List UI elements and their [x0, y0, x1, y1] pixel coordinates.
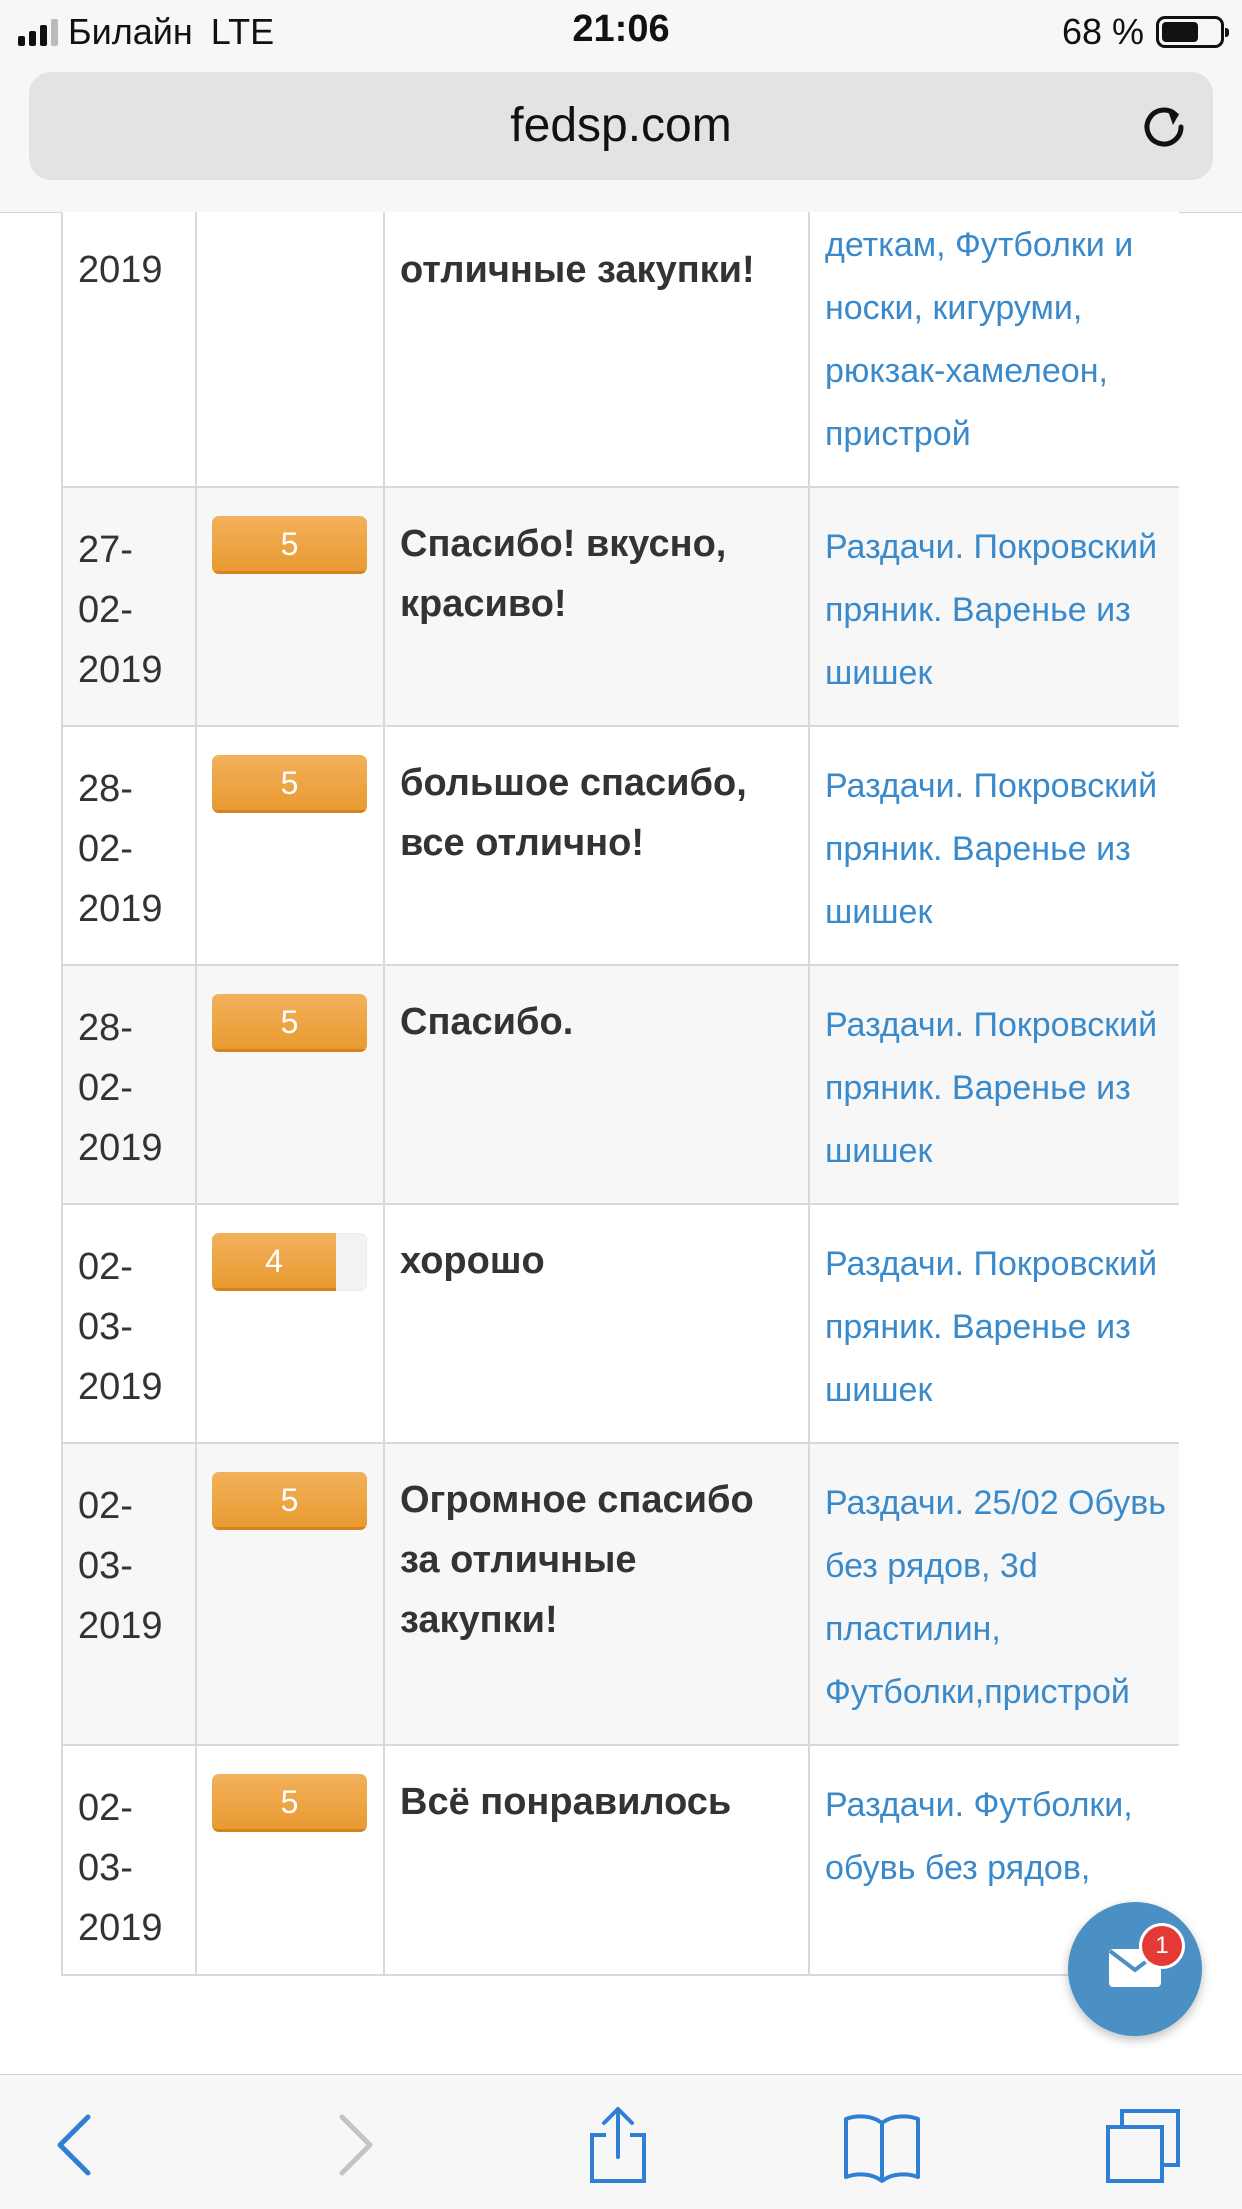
date-cell: 02-03-2019	[61, 1203, 197, 1444]
comment-cell: Спасибо.	[383, 964, 810, 1205]
purchase-link[interactable]: деткам, Футболки и носки, кигуруми, рюкз…	[810, 212, 1179, 486]
rating-cell: 5	[195, 964, 385, 1205]
date-cell: 28-02-2019	[61, 964, 197, 1205]
review-comment: Спасибо! вкусно, красиво!	[400, 523, 727, 625]
review-date: 28-02-2019	[78, 768, 163, 930]
tabs-icon[interactable]	[1104, 2105, 1184, 2185]
purchase-links-cell: Раздачи. Покровский пряник. Варенье из ш…	[808, 725, 1179, 966]
date-cell: 2019	[61, 212, 197, 488]
reviews-table-viewport[interactable]: 2019 отличные закупки! деткам, Футболки и …	[61, 212, 1179, 2074]
rating-wrapper: 5	[197, 488, 383, 574]
rating-wrapper: 5	[197, 1444, 383, 1530]
purchase-link[interactable]: Раздачи. Покровский пряник. Варенье из ш…	[810, 966, 1179, 1203]
rating-wrapper: 5	[197, 727, 383, 813]
purchase-links-cell: Раздачи. 25/02 Обувь без рядов, 3d пласт…	[808, 1442, 1179, 1746]
table-row: 2019 отличные закупки! деткам, Футболки и …	[61, 212, 1179, 488]
rating-cell: 4	[195, 1203, 385, 1444]
browser-toolbar	[0, 2074, 1242, 2209]
battery-percent: 68 %	[1061, 11, 1144, 52]
unread-badge: 1	[1142, 1926, 1182, 1966]
review-date: 2019	[78, 249, 163, 291]
purchase-links-cell: Раздачи. Покровский пряник. Варенье из ш…	[808, 964, 1179, 1205]
comment-cell: большое спасибо, все отлично!	[383, 725, 810, 966]
rating-bar: 5	[212, 1472, 367, 1530]
bookmarks-icon[interactable]	[842, 2105, 922, 2185]
table-row: 28-02-2019 5 Спасибо. Раздачи. Покровский п…	[61, 964, 1179, 1205]
comment-cell: хорошо	[383, 1203, 810, 1444]
battery-level	[1162, 22, 1199, 42]
rating-cell: 5	[195, 1744, 385, 1976]
date-cell: 27-02-2019	[61, 486, 197, 727]
messages-button[interactable]: 1	[1068, 1902, 1202, 2036]
review-comment: большое спасибо, все отлично!	[400, 762, 747, 864]
rating-value: 5	[280, 1784, 299, 1820]
forward-icon[interactable]	[312, 2105, 392, 2185]
battery-icon	[1156, 16, 1229, 48]
review-comment: хорошо	[400, 1240, 545, 1282]
table-row: 28-02-2019 5 большое спасибо, все отлично!…	[61, 725, 1179, 966]
back-icon[interactable]	[38, 2105, 118, 2185]
table-row: 02-03-2019 4 хорошо Раздачи. Покровский пря…	[61, 1203, 1179, 1444]
review-comment: Всё понравилось	[400, 1781, 732, 1823]
rating-cell: 5	[195, 1442, 385, 1746]
rating-cell: 5	[195, 725, 385, 966]
purchase-link[interactable]: Раздачи. 25/02 Обувь без рядов, 3d пласт…	[810, 1444, 1179, 1744]
comment-cell: отличные закупки!	[383, 212, 810, 488]
rating-cell: 5	[195, 486, 385, 727]
browser-chrome: fedsp.com	[0, 62, 1242, 213]
share-icon[interactable]	[578, 2105, 658, 2185]
rating-cell	[195, 212, 385, 488]
reviews-table: 2019 отличные закупки! деткам, Футболки и …	[61, 212, 1179, 1976]
rating-bar: 5	[212, 755, 367, 813]
rating-wrapper: 4	[197, 1205, 383, 1291]
purchase-link[interactable]: Раздачи. Покровский пряник. Варенье из ш…	[810, 727, 1179, 964]
purchase-link[interactable]: Раздачи. Покровский пряник. Варенье из ш…	[810, 488, 1179, 725]
table-row: 02-03-2019 5 Всё понравилось Раздачи. Футбо…	[61, 1744, 1179, 1976]
rating-value: 4	[265, 1243, 283, 1279]
purchase-links-cell: Раздачи. Покровский пряник. Варенье из ш…	[808, 1203, 1179, 1444]
review-date: 27-02-2019	[78, 529, 163, 691]
clock: 21:06	[572, 8, 670, 50]
rating-value: 5	[280, 765, 299, 801]
review-date: 02-03-2019	[78, 1246, 163, 1408]
rating-value: 5	[280, 1482, 299, 1518]
comment-cell: Спасибо! вкусно, красиво!	[383, 486, 810, 727]
rating-value: 5	[280, 526, 299, 562]
purchase-link[interactable]: Раздачи. Футболки, обувь без рядов,	[810, 1746, 1179, 1920]
review-date: 28-02-2019	[78, 1007, 163, 1169]
review-comment: Огромное спасибо за отличные закупки!	[400, 1479, 754, 1641]
address-bar[interactable]: fedsp.com	[29, 72, 1213, 180]
comment-cell: Всё понравилось	[383, 1744, 810, 1976]
date-cell: 28-02-2019	[61, 725, 197, 966]
table-row: 27-02-2019 5 Спасибо! вкусно, красиво! Разд…	[61, 486, 1179, 727]
review-comment: Спасибо.	[400, 1001, 574, 1043]
table-row: 02-03-2019 5 Огромное спасибо за отличные …	[61, 1442, 1179, 1746]
rating-bar: 5	[212, 516, 367, 574]
url-text[interactable]: fedsp.com	[29, 72, 1213, 180]
purchase-link[interactable]: Раздачи. Покровский пряник. Варенье из ш…	[810, 1205, 1179, 1442]
rating-bar: 5	[212, 1774, 367, 1832]
rating-wrapper: 5	[197, 966, 383, 1052]
status-right: 68 %	[1061, 10, 1229, 54]
rating-bar: 5	[212, 994, 367, 1052]
review-date: 02-03-2019	[78, 1787, 163, 1949]
rating-value: 5	[280, 1004, 299, 1040]
review-date: 02-03-2019	[78, 1485, 163, 1647]
status-bar: Билайн LTE 21:06 68 %	[0, 0, 1242, 62]
rating-wrapper: 5	[197, 1746, 383, 1832]
reload-icon[interactable]	[1137, 100, 1191, 154]
review-comment: отличные закупки!	[400, 249, 755, 291]
rating-bar: 4	[212, 1233, 367, 1291]
date-cell: 02-03-2019	[61, 1744, 197, 1976]
comment-cell: Огромное спасибо за отличные закупки!	[383, 1442, 810, 1746]
date-cell: 02-03-2019	[61, 1442, 197, 1746]
purchase-links-cell: Раздачи. Покровский пряник. Варенье из ш…	[808, 486, 1179, 727]
purchase-links-cell: деткам, Футболки и носки, кигуруми, рюкз…	[808, 212, 1179, 488]
